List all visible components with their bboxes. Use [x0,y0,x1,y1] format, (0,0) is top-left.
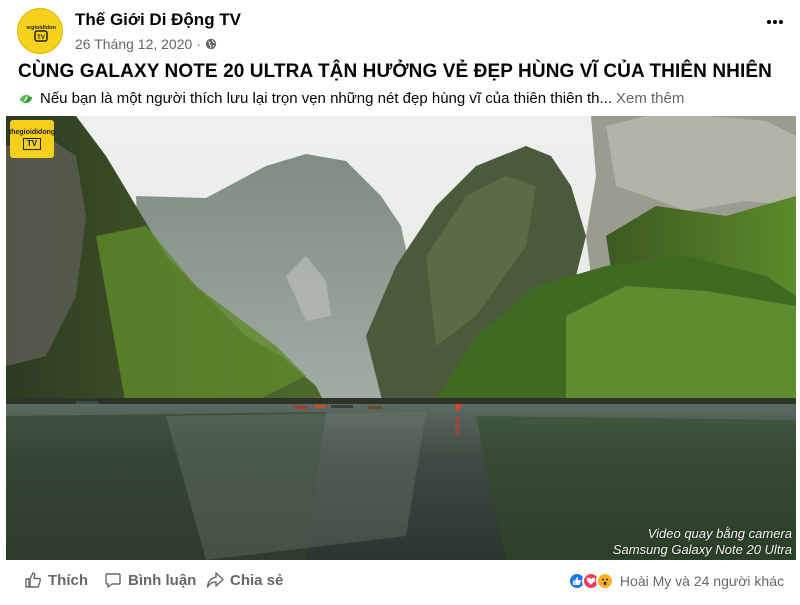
svg-text:TV: TV [37,35,45,41]
post-headline: CÙNG GALAXY NOTE 20 ULTRA TẬN HƯỞNG VẺ Đ… [18,61,772,82]
comment-bubble-icon [105,573,121,588]
svg-text:thegioididong: thegioididong [26,25,56,31]
watermark-tv: TV [22,137,42,150]
meta-separator: · [196,36,201,52]
share-arrow-icon [206,572,224,588]
post-date[interactable]: 26 Tháng 12, 2020 [75,36,192,52]
page-name[interactable]: Thế Giới Di Động TV [75,10,241,30]
video-frame [6,116,796,560]
more-dots-icon [767,20,783,24]
globe-icon[interactable] [205,38,217,50]
channel-watermark: thegioididong TV [8,120,56,158]
recycle-leaf-icon [20,94,32,103]
facebook-post: thegioididong TV Thế Giới Di Động TV 26 … [0,0,800,605]
wow-reaction-icon [595,572,614,590]
more-options-button[interactable] [760,10,790,34]
see-more-link[interactable]: Xem thêm [616,90,684,107]
caption-text: Nếu bạn là một người thích lưu lại trọn … [40,90,612,107]
share-label: Chia sẻ [230,571,284,589]
reactions-count-text: Hoài My và 24 người khác [619,573,784,589]
page-avatar[interactable]: thegioididong TV [17,8,63,54]
reaction-icons [567,572,614,590]
video-player[interactable]: thegioididong TV Video quay bằng camera … [6,116,796,560]
video-caption-overlay: Video quay bằng camera Samsung Galaxy No… [613,526,792,558]
comment-button[interactable]: Bình luận [104,571,196,589]
share-button[interactable]: Chia sẻ [206,571,283,589]
like-label: Thích [48,571,88,589]
comment-label: Bình luận [128,571,197,589]
post-actions-bar: Thích Bình luận Chia sẻ Hoài My và 24 ng… [0,566,800,598]
video-note-line2: Samsung Galaxy Note 20 Ultra [612,542,792,557]
video-note-line1: Video quay bằng camera [647,526,792,541]
reactions-summary[interactable]: Hoài My và 24 người khác [567,572,784,590]
tv-logo-icon: thegioididong TV [26,25,56,42]
thumbs-up-icon [25,572,42,588]
post-caption: Nếu bạn là một người thích lưu lại trọn … [18,90,798,107]
watermark-brand: thegioididong [8,128,56,136]
like-button[interactable]: Thích [24,571,88,589]
post-meta: 26 Tháng 12, 2020 · [75,36,217,52]
